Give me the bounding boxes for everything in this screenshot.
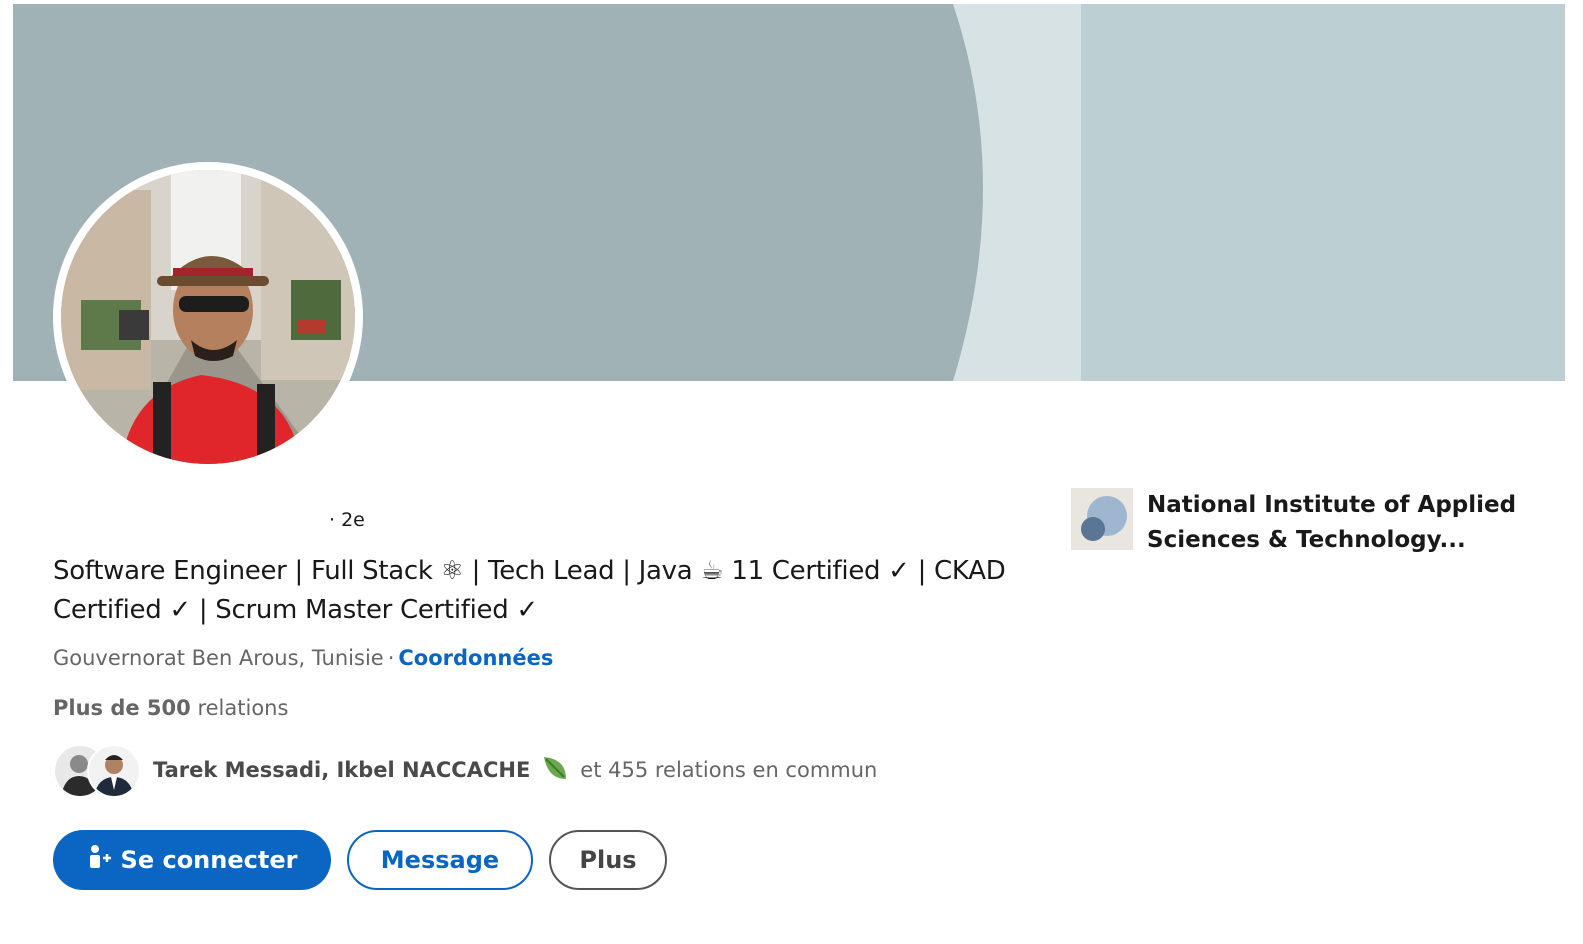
- more-button[interactable]: Plus: [549, 830, 667, 890]
- connections-count[interactable]: Plus de 500 relations: [53, 696, 288, 720]
- separator: ·: [387, 646, 395, 670]
- profile-photo[interactable]: [53, 162, 363, 472]
- profile-name-redacted: [53, 508, 329, 532]
- mutual-avatar: [87, 744, 141, 798]
- education-entry[interactable]: National Institute of Applied Sciences &…: [1071, 488, 1527, 558]
- leaf-icon: [540, 753, 570, 788]
- location-text: Gouvernorat Ben Arous, Tunisie: [53, 646, 384, 670]
- contact-info-link[interactable]: Coordonnées: [398, 646, 553, 670]
- location-line: Gouvernorat Ben Arous, Tunisie · Coordonné…: [53, 646, 553, 670]
- connections-suffix: relations: [197, 696, 289, 720]
- profile-headline: Software Engineer | Full Stack ⚛ | Tech …: [53, 556, 1006, 625]
- mutual-avatars: [53, 742, 141, 798]
- mutual-names: Tarek Messadi, Ikbel NACCACHE: [153, 758, 531, 782]
- mutual-suffix: et 455 relations en commun: [580, 758, 878, 782]
- school-logo: [1071, 488, 1133, 550]
- name-line: · 2e: [53, 506, 365, 534]
- connect-button[interactable]: Se connecter: [53, 830, 331, 890]
- profile-card: · 2e Software Engineer | Full Stack ⚛ | …: [13, 4, 1565, 940]
- education-name: National Institute of Applied Sciences &…: [1147, 492, 1517, 553]
- mutual-connections[interactable]: Tarek Messadi, Ikbel NACCACHE et 455 rel…: [53, 742, 877, 798]
- message-button[interactable]: Message: [347, 830, 533, 890]
- connections-number: Plus de 500: [53, 696, 191, 720]
- connect-label: Se connecter: [120, 846, 298, 874]
- person-add-icon: [87, 844, 113, 876]
- profile-photo-image: [61, 170, 355, 464]
- connection-degree: · 2e: [329, 509, 365, 531]
- profile-actions: Se connecter Message Plus: [53, 830, 667, 890]
